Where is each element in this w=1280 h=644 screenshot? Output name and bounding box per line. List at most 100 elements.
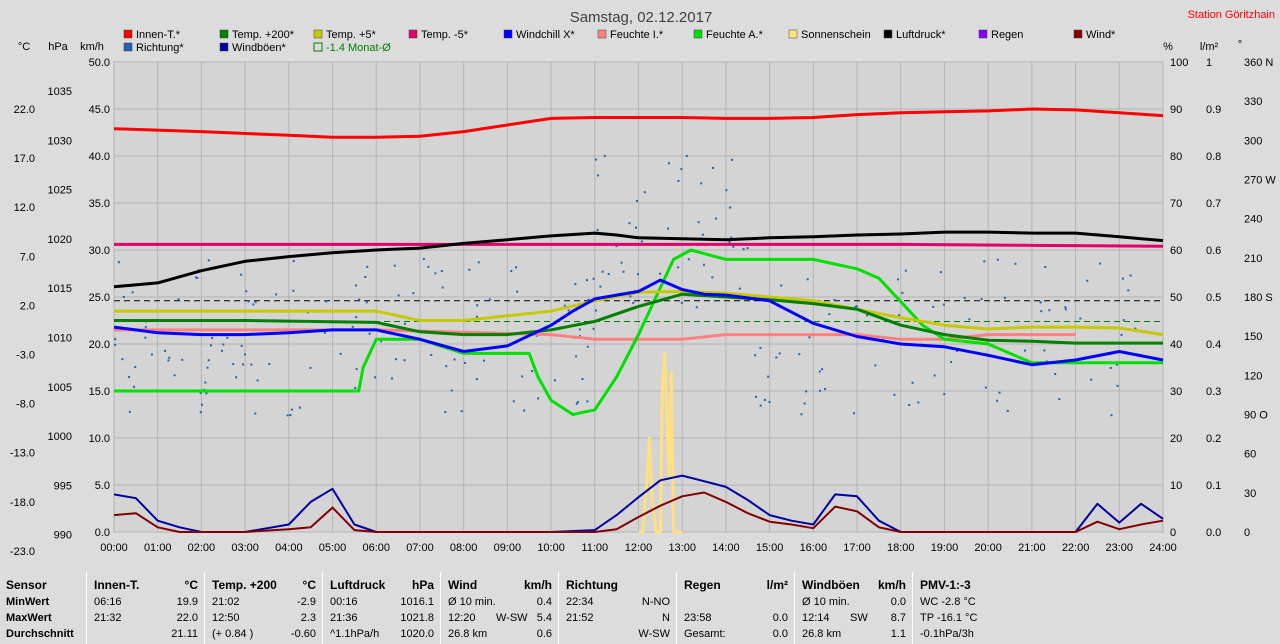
direction-point — [134, 365, 137, 368]
direction-point — [1003, 296, 1006, 299]
direction-point — [622, 270, 625, 273]
direction-point — [355, 368, 358, 371]
rain-tick-label: 0.0 — [1206, 527, 1221, 539]
direction-point — [1039, 301, 1042, 304]
column-separator — [204, 572, 205, 644]
direction-point — [339, 352, 342, 355]
stat-value: 0.6 — [536, 628, 552, 640]
column-title: Temp. +200 — [212, 578, 277, 592]
direction-point — [942, 303, 945, 306]
direction-point — [128, 376, 131, 379]
direction-point — [521, 375, 524, 378]
x-tick-label: 24:00 — [1149, 542, 1177, 554]
direction-point — [210, 344, 213, 347]
direction-point — [1058, 398, 1061, 401]
direction-point — [325, 300, 328, 303]
temp-tick-label: -18.0 — [10, 497, 35, 509]
direction-point — [700, 182, 703, 185]
direction-point — [1048, 309, 1051, 312]
direction-point — [252, 303, 255, 306]
stat-value: 19.9 — [176, 596, 198, 608]
direction-point — [805, 390, 808, 393]
direction-point — [434, 272, 437, 275]
stat-value: W-SW — [496, 612, 528, 624]
stat-time: 21:02 — [212, 596, 240, 608]
direction-point — [731, 158, 734, 161]
direction-point — [901, 291, 904, 294]
direction-point — [943, 393, 946, 396]
direction-point — [477, 261, 480, 264]
direction-point — [628, 222, 631, 225]
temp-tick-label: 12.0 — [14, 202, 35, 214]
direction-point — [298, 406, 301, 409]
direction-point — [667, 227, 670, 230]
kmh-tick-label: 15.0 — [89, 386, 110, 398]
legend-swatch — [978, 29, 988, 39]
direction-point — [463, 361, 466, 364]
legend-label: Temp. +5* — [326, 29, 377, 41]
row-label-column: Sensor MinWert MaxWert Durchschnitt — [0, 572, 88, 644]
x-tick-label: 07:00 — [406, 542, 434, 554]
direction-point — [767, 375, 770, 378]
direction-point — [725, 189, 728, 192]
kmh-tick-label: 50.0 — [89, 57, 110, 69]
direction-point — [1079, 317, 1082, 320]
rain-tick-label: 0.4 — [1206, 339, 1221, 351]
direction-point — [728, 240, 731, 243]
direction-point — [636, 273, 639, 276]
direction-point — [768, 400, 771, 403]
column-unit: °C — [184, 578, 198, 592]
direction-point — [177, 298, 180, 301]
temp-tick-label: 17.0 — [14, 153, 35, 165]
direction-point — [634, 226, 637, 229]
legend-swatch — [503, 29, 513, 39]
direction-point — [204, 381, 207, 384]
legend-swatch — [693, 29, 703, 39]
direction-point — [996, 258, 999, 261]
x-tick-label: 01:00 — [144, 542, 172, 554]
stats-table: Sensor MinWert MaxWert Durchschnitt Inne… — [0, 572, 1280, 644]
column-separator — [676, 572, 677, 644]
deg-tick-label: 0 — [1244, 527, 1250, 539]
station-name: Station Göritzhain — [1188, 9, 1275, 21]
x-tick-label: 09:00 — [494, 542, 522, 554]
pct-tick-label: 0 — [1170, 527, 1176, 539]
direction-point — [200, 403, 203, 406]
stats-column: Wind km/h Ø 10 min. 0.4 12:20 W-SW 5.4 26.8 km 0… — [442, 572, 558, 644]
direction-point — [874, 364, 877, 367]
rain-tick-label: 0.2 — [1206, 433, 1221, 445]
direction-point — [824, 388, 827, 391]
deg-tick-label: 300 — [1244, 135, 1262, 147]
direction-point — [667, 162, 670, 165]
direction-point — [980, 298, 983, 301]
x-tick-label: 20:00 — [974, 542, 1002, 554]
direction-point — [441, 286, 444, 289]
deg-tick-label: 180 S — [1244, 292, 1273, 304]
legend-label: Windböen* — [232, 42, 287, 54]
deg-tick-label: 330 — [1244, 96, 1262, 108]
direction-point — [275, 293, 278, 296]
direction-point — [594, 309, 597, 312]
stat-time: (+ 0.84 ) — [212, 628, 254, 640]
direction-point — [939, 271, 942, 274]
x-tick-label: 14:00 — [712, 542, 740, 554]
rain-tick-label: 1 — [1206, 57, 1212, 69]
direction-point — [932, 305, 935, 308]
direction-point — [232, 363, 235, 366]
direction-point — [1090, 378, 1093, 381]
stat-value: 0.4 — [536, 596, 552, 608]
direction-point — [482, 359, 485, 362]
stat-time: 21:32 — [94, 612, 122, 624]
column-title: Innen-T. — [94, 578, 140, 592]
legend-swatch — [219, 29, 229, 39]
legend-label: Feuchte I.* — [610, 29, 664, 41]
stats-column: Temp. +200 °C 21:02 -2.9 12:50 2.3 (+ 0.84 ) -0… — [206, 572, 322, 644]
direction-point — [1116, 384, 1119, 387]
column-title: Wind — [448, 578, 478, 592]
deg-tick-label: 120 — [1244, 370, 1262, 382]
hpa-tick-label: 1020 — [48, 234, 72, 246]
direction-point — [594, 158, 597, 161]
x-tick-label: 13:00 — [668, 542, 696, 554]
temp-tick-label: -3.0 — [16, 350, 35, 362]
direction-point — [1043, 349, 1046, 352]
